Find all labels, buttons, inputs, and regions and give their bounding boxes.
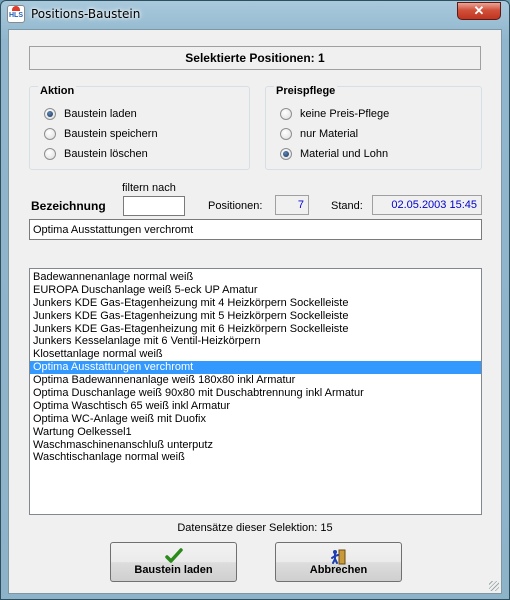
filter-label: filtern nach: [122, 182, 176, 194]
list-item[interactable]: Waschmaschinenanschluß unterputz: [30, 439, 481, 452]
selected-positions-header: Selektierte Positionen: 1: [29, 46, 481, 70]
radio-button-icon[interactable]: [44, 108, 56, 120]
abbrechen-button[interactable]: Abbrechen: [275, 542, 402, 582]
radio-label: Baustein speichern: [64, 128, 158, 140]
radio-label: keine Preis-Pflege: [300, 108, 390, 120]
baustein-laden-button[interactable]: Baustein laden: [110, 542, 237, 582]
dialog-body: Selektierte Positionen: 1 Aktion Baustei…: [8, 29, 502, 594]
title-bar[interactable]: HLS Positions-Baustein ✕: [1, 1, 509, 27]
stand-date: 02.05.2003 15:45: [372, 195, 482, 215]
radio-nur-material[interactable]: nur Material: [280, 126, 358, 142]
close-button[interactable]: ✕: [457, 2, 501, 20]
app-window: HLS Positions-Baustein ✕ Selektierte Pos…: [0, 0, 510, 600]
list-item[interactable]: Junkers Kesselanlage mit 6 Ventil-Heizkö…: [30, 335, 481, 348]
radio-button-icon[interactable]: [44, 148, 56, 160]
list-item[interactable]: Wartung Oelkessel1: [30, 426, 481, 439]
positions-listbox[interactable]: Badewannenanlage normal weiß EUROPA Dusch…: [29, 268, 482, 515]
list-item[interactable]: Klosettanlage normal weiß: [30, 348, 481, 361]
bezeichnung-input[interactable]: [29, 219, 482, 240]
positionen-label: Positionen:: [208, 200, 263, 212]
list-item[interactable]: Junkers KDE Gas-Etagenheizung mit 5 Heiz…: [30, 310, 481, 323]
radio-label: Material und Lohn: [300, 148, 389, 160]
radio-material-und-lohn[interactable]: Material und Lohn: [280, 146, 388, 162]
list-item[interactable]: Waschtischanlage normal weiß: [30, 451, 481, 464]
radio-button-icon[interactable]: [44, 128, 56, 140]
list-item[interactable]: Junkers KDE Gas-Etagenheizung mit 6 Heiz…: [30, 323, 481, 336]
radio-button-icon[interactable]: [280, 128, 292, 140]
bezeichnung-label: Bezeichnung: [31, 199, 106, 213]
preispflege-group: Preispflege keine Preis-Pflege nur Mater…: [265, 85, 482, 170]
list-item[interactable]: Optima Ausstattungen verchromt: [30, 361, 481, 375]
list-item[interactable]: Optima Waschtisch 65 weiß inkl Armatur: [30, 400, 481, 413]
filter-input[interactable]: [123, 196, 185, 216]
radio-baustein-loeschen[interactable]: Baustein löschen: [44, 146, 148, 162]
list-item[interactable]: Badewannenanlage normal weiß: [30, 271, 481, 284]
record-count-status: Datensätze dieser Selektion: 15: [177, 522, 333, 534]
baustein-laden-label: Baustein laden: [134, 564, 213, 576]
abbrechen-label: Abbrechen: [309, 564, 368, 576]
preispflege-group-title: Preispflege: [274, 85, 338, 97]
radio-button-icon[interactable]: [280, 148, 292, 160]
positionen-count: 7: [275, 195, 309, 215]
stand-label: Stand:: [331, 200, 363, 212]
list-item[interactable]: Junkers KDE Gas-Etagenheizung mit 4 Heiz…: [30, 297, 481, 310]
list-item[interactable]: Optima WC-Anlage weiß mit Duofix: [30, 413, 481, 426]
list-item[interactable]: EUROPA Duschanlage weiß 5-eck UP Amatur: [30, 284, 481, 297]
radio-baustein-speichern[interactable]: Baustein speichern: [44, 126, 158, 142]
window-title: Positions-Baustein: [31, 7, 141, 21]
radio-label: Baustein laden: [64, 108, 137, 120]
list-item[interactable]: Optima Duschanlage weiß 90x80 mit Duscha…: [30, 387, 481, 400]
radio-label: Baustein löschen: [64, 148, 148, 160]
list-item[interactable]: Optima Badewannenanlage weiß 180x80 inkl…: [30, 374, 481, 387]
radio-keine-preispflege[interactable]: keine Preis-Pflege: [280, 106, 389, 122]
aktion-group-title: Aktion: [38, 85, 77, 97]
aktion-group: Aktion Baustein laden Baustein speichern…: [29, 85, 250, 170]
radio-baustein-laden[interactable]: Baustein laden: [44, 106, 137, 122]
resize-grip[interactable]: [489, 581, 499, 591]
app-logo-icon: HLS: [7, 5, 25, 23]
radio-button-icon[interactable]: [280, 108, 292, 120]
radio-label: nur Material: [300, 128, 359, 140]
